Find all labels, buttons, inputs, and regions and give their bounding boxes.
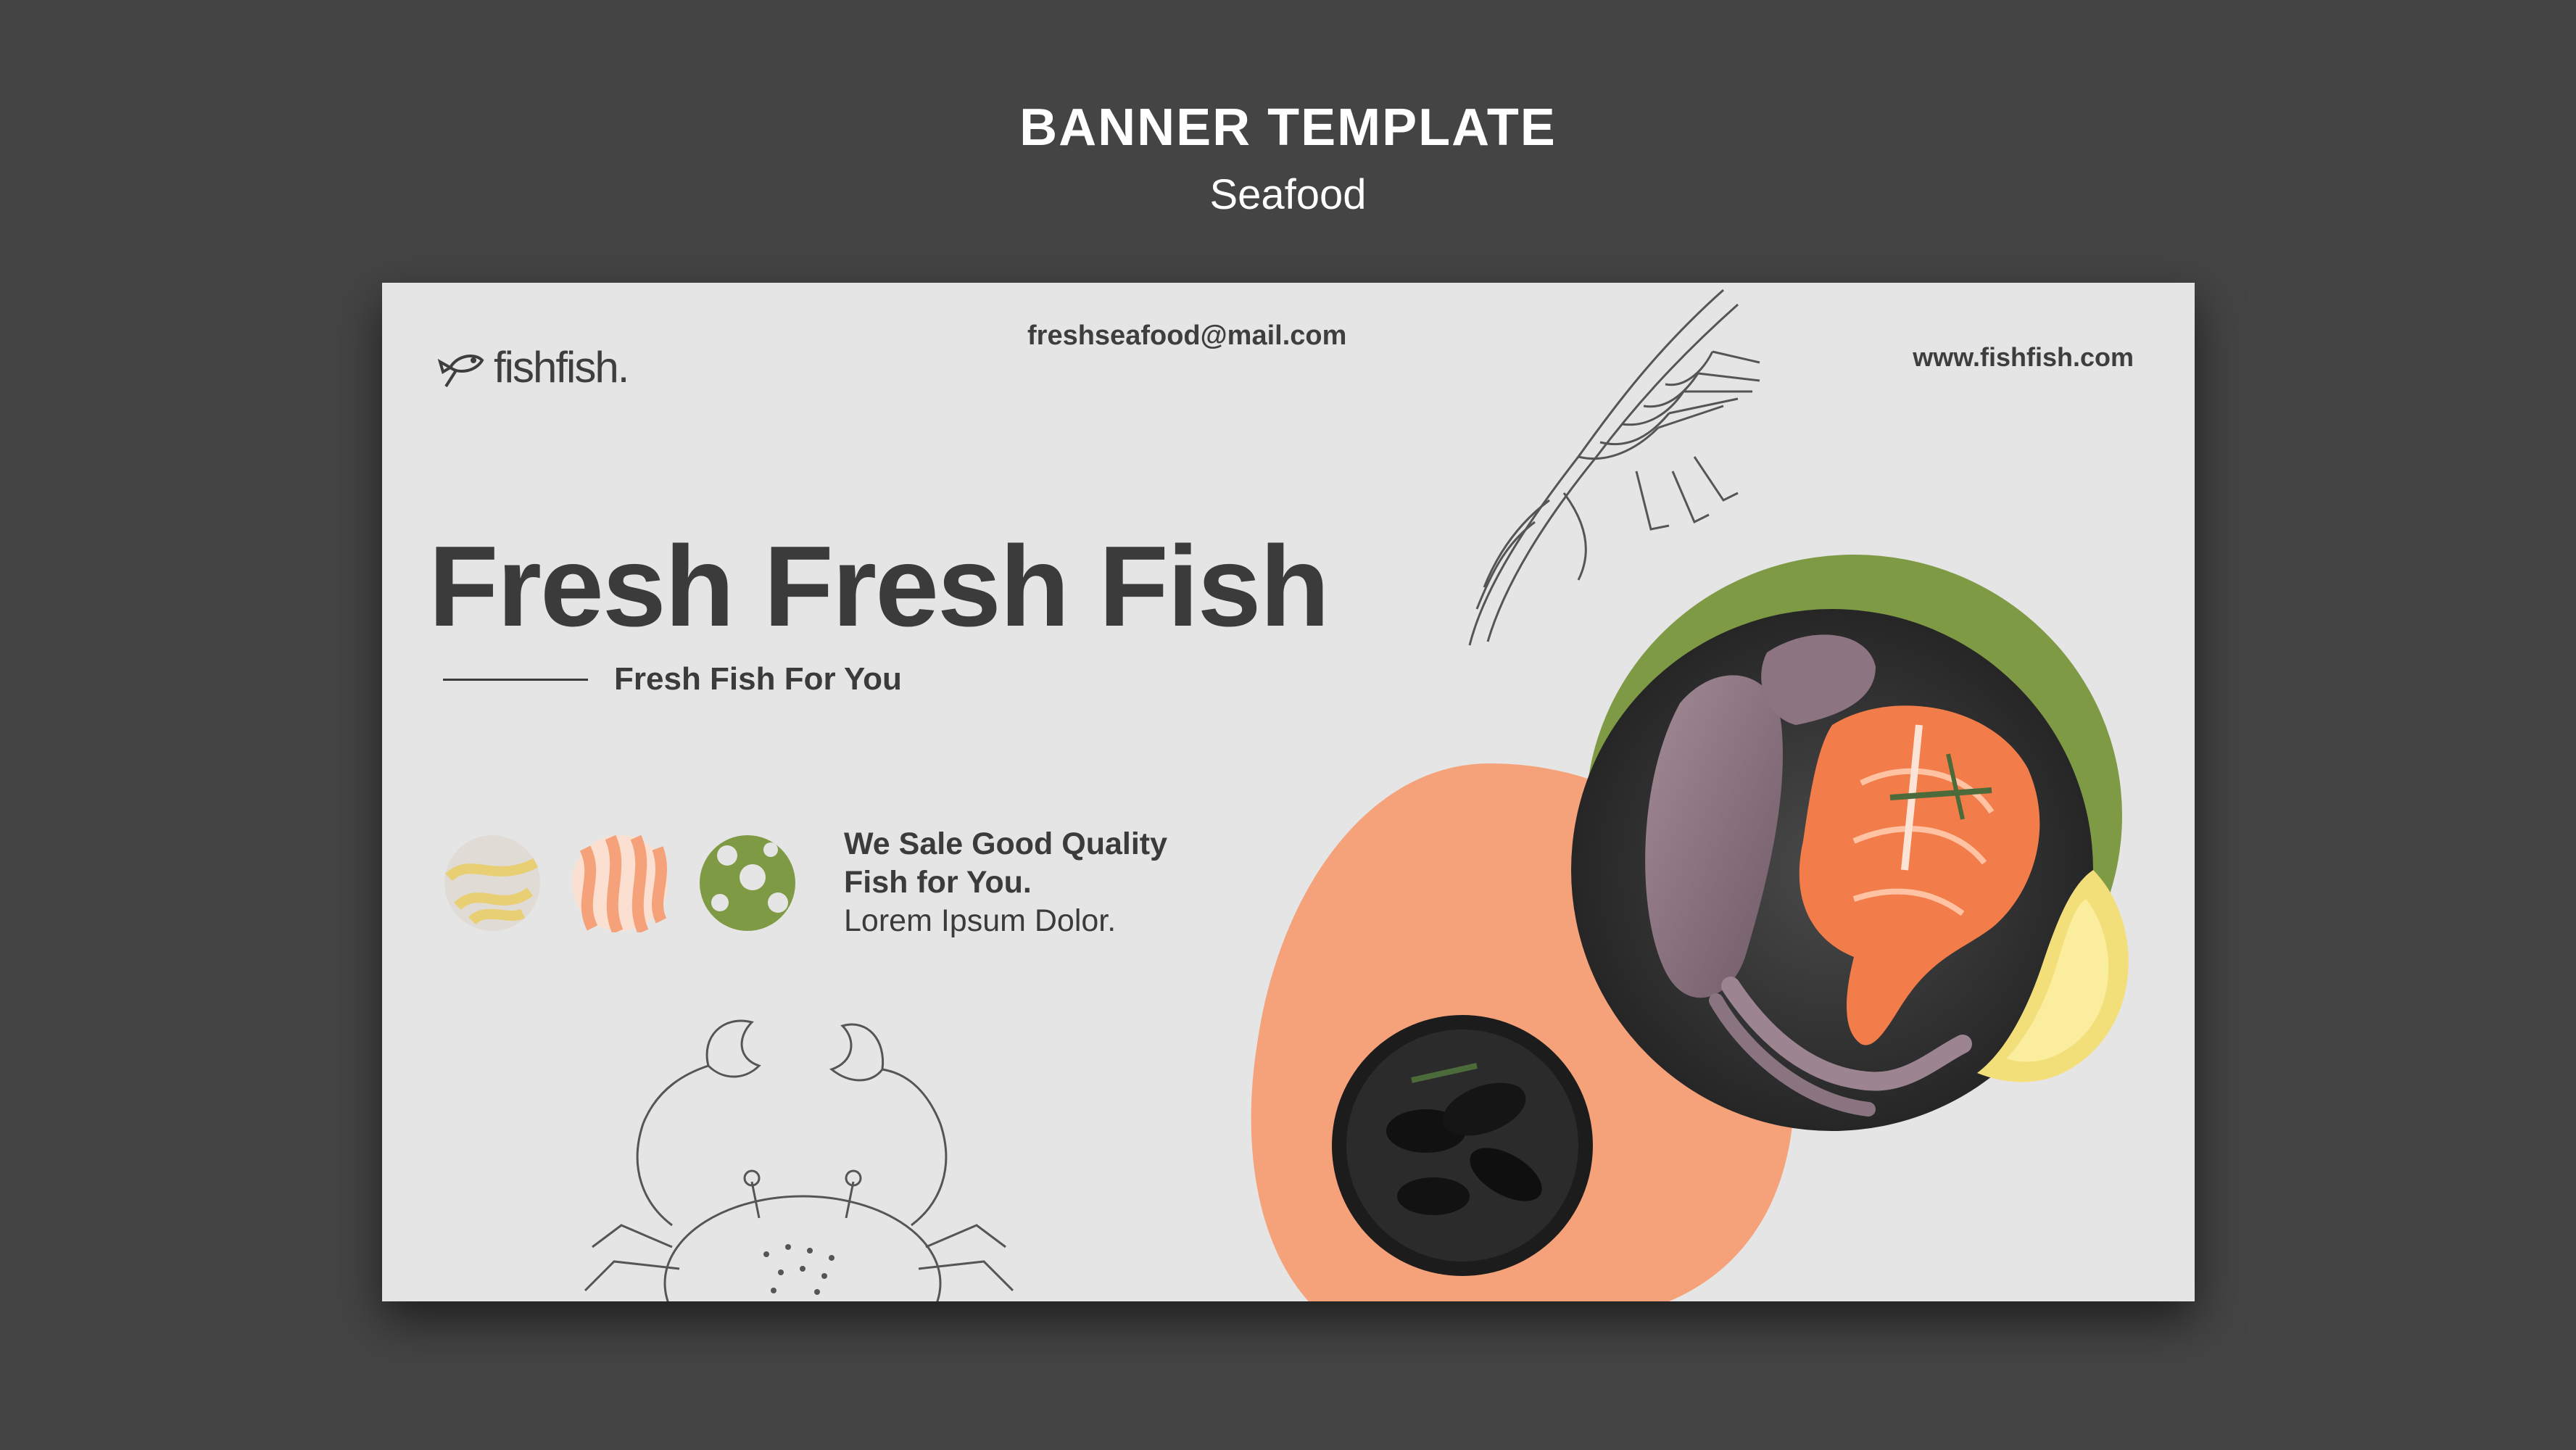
banner: fishfish. freshseafood@mail.com www.fish…	[382, 283, 2195, 1301]
lemon-slice-image	[1977, 870, 2129, 1082]
logo-text: fishfish.	[494, 343, 629, 392]
yellow-pattern-swatch	[444, 835, 540, 931]
green-dot-swatch	[700, 835, 795, 931]
quality-text: We Sale Good Quality Fish for You. Lorem…	[844, 825, 1167, 940]
tagline-row: Fresh Fish For You	[443, 661, 902, 697]
crab-illustration	[584, 1019, 1014, 1301]
page-header: BANNER TEMPLATE Seafood	[0, 102, 2576, 216]
quality-line-1: We Sale Good Quality	[844, 826, 1168, 861]
tagline-divider	[443, 678, 588, 681]
fish-logo-icon	[437, 354, 484, 387]
contact-email: freshseafood@mail.com	[1027, 320, 1347, 351]
contact-website: www.fishfish.com	[1913, 342, 2134, 372]
orange-stripe-swatch	[572, 834, 668, 932]
tagline: Fresh Fish For You	[614, 661, 902, 697]
mussel-bowl-image	[1332, 1015, 1593, 1276]
headline: Fresh Fresh Fish	[428, 523, 1330, 650]
page-title: BANNER TEMPLATE	[1019, 99, 1557, 157]
logo: fishfish.	[436, 342, 629, 392]
quality-line-3: Lorem Ipsum Dolor.	[844, 903, 1117, 938]
quality-line-2: Fish for You.	[844, 865, 1032, 900]
page-subtitle: Seafood	[1209, 171, 1367, 218]
